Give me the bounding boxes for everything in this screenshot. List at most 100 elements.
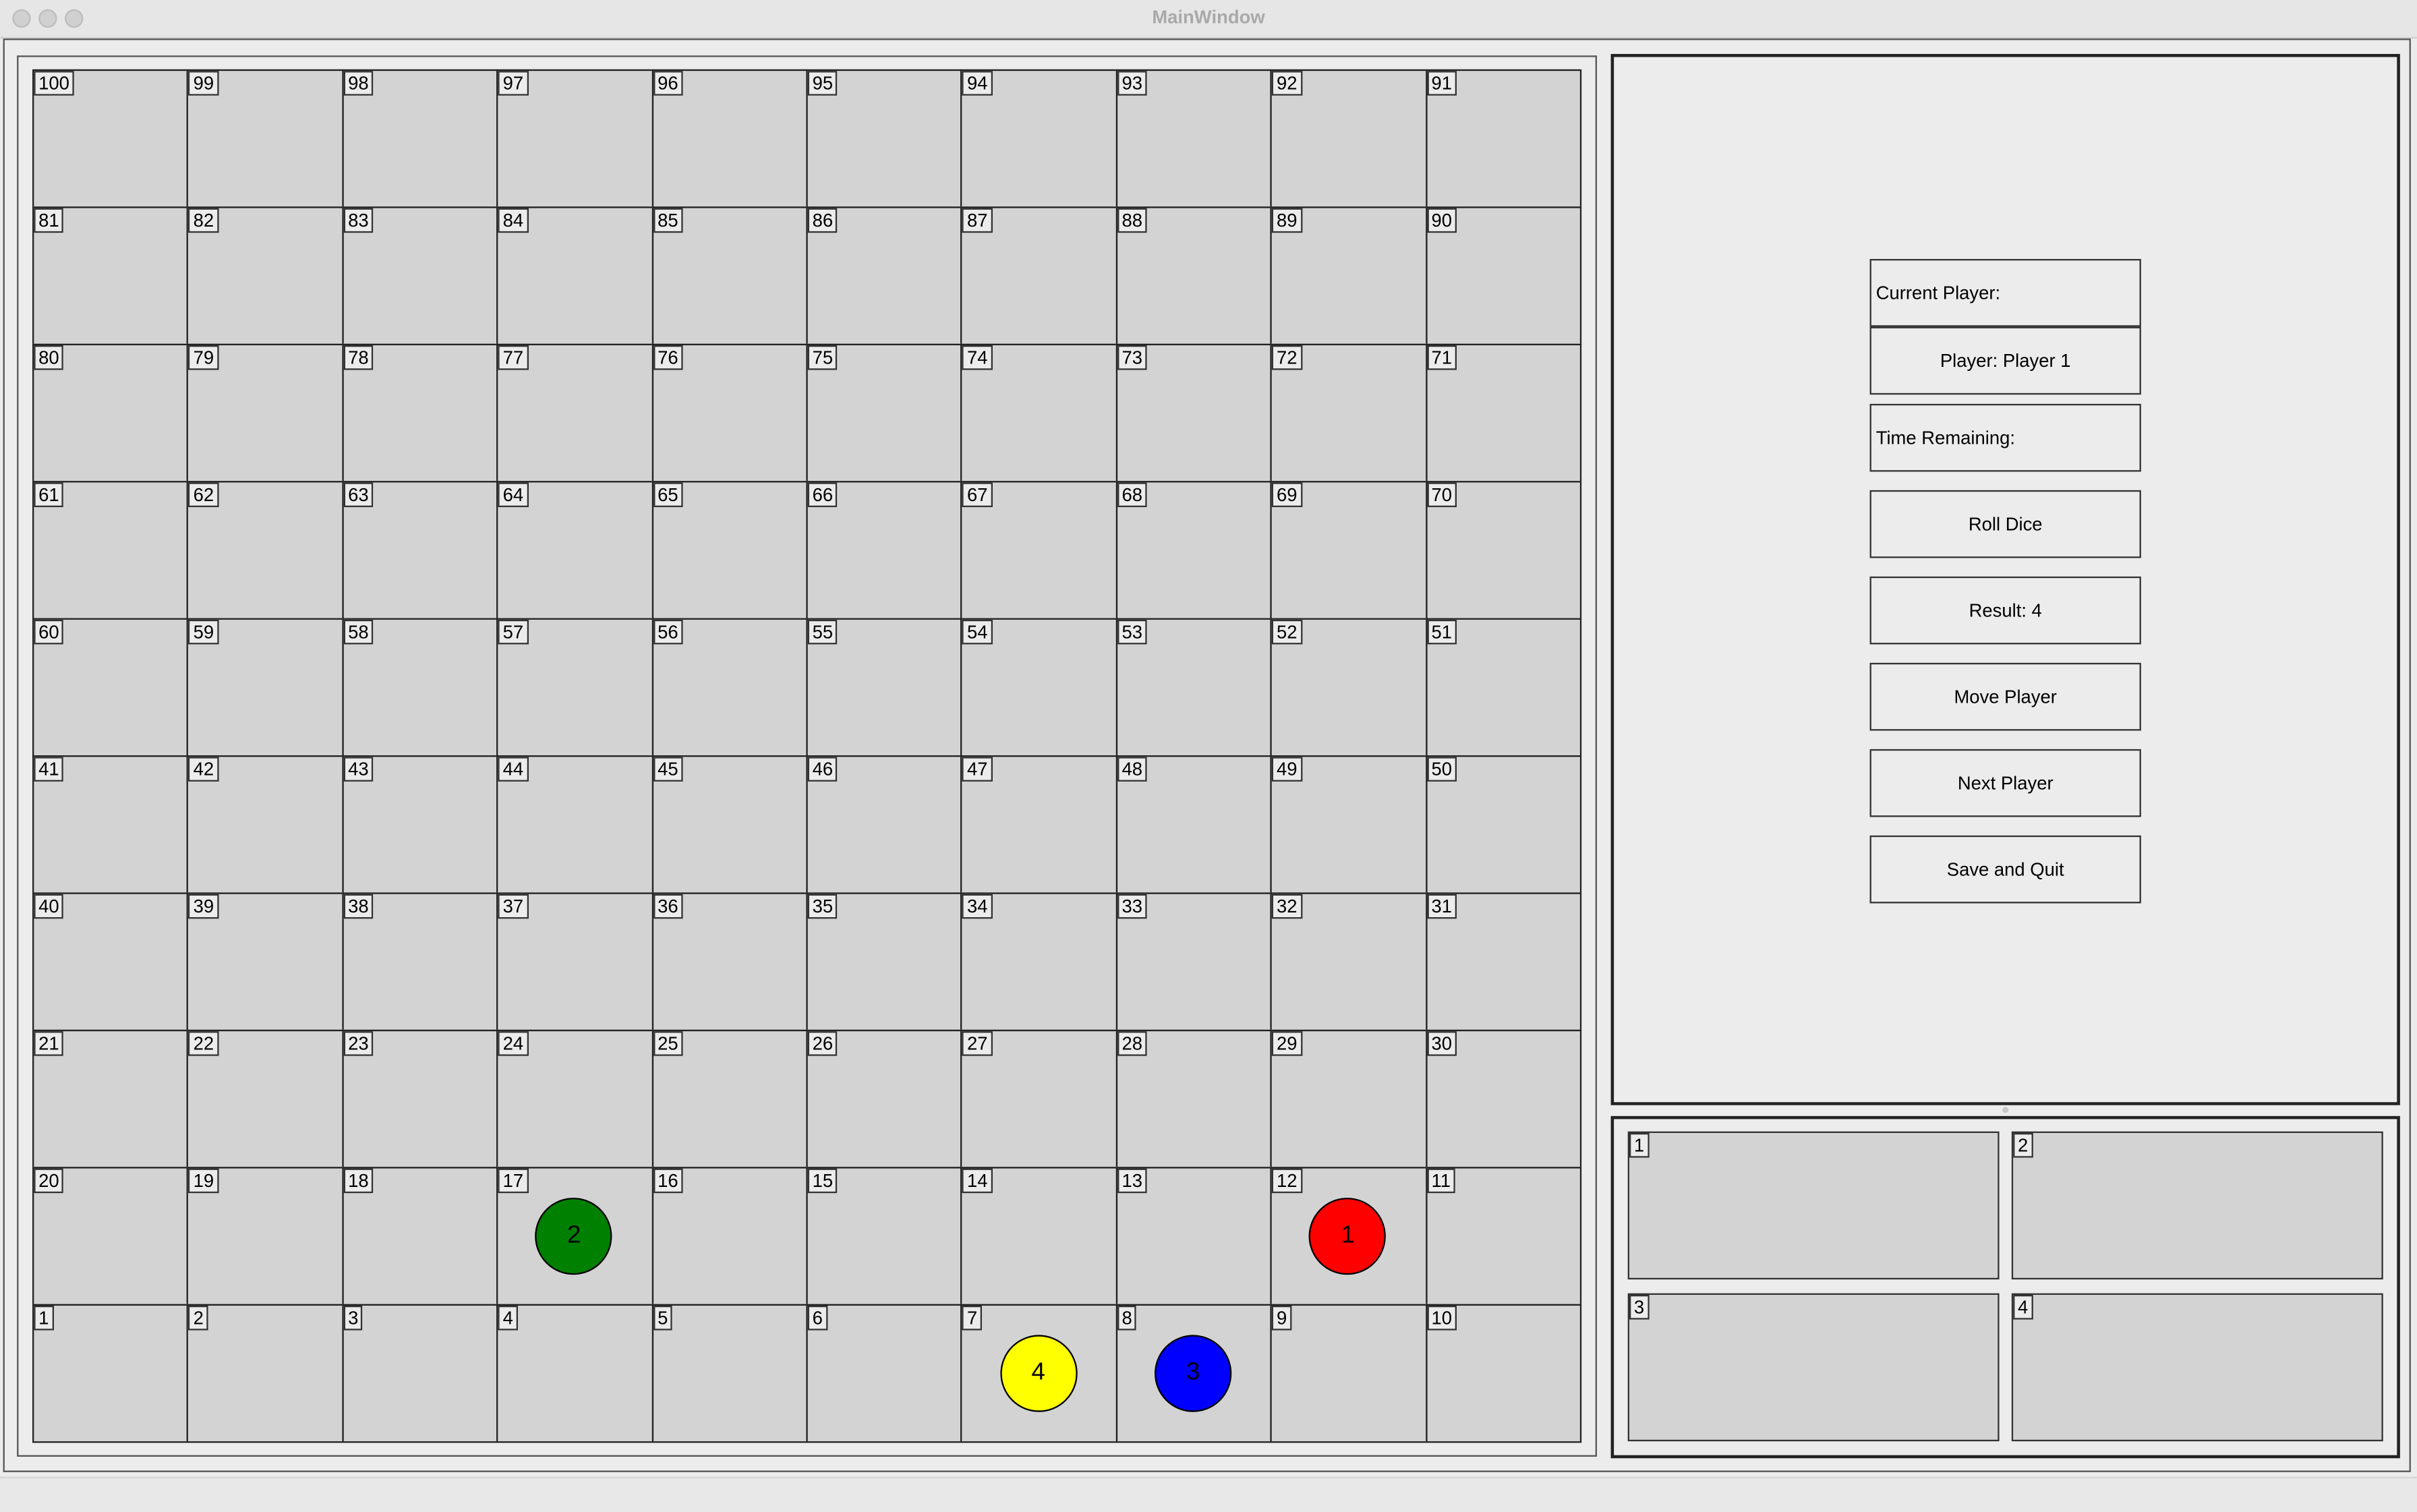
cell-number: 8	[1117, 1305, 1137, 1331]
board-cell: 22	[187, 1029, 344, 1169]
board-cell: 94	[960, 69, 1117, 208]
move-player-button[interactable]: Move Player	[1869, 662, 2141, 731]
board-cell: 39	[187, 892, 344, 1032]
board-cell: 84	[496, 206, 653, 345]
cell-number: 37	[498, 894, 528, 919]
cell-number: 51	[1426, 619, 1457, 645]
board-cell: 93	[1115, 69, 1273, 208]
board-cell: 38	[341, 892, 498, 1032]
cell-number: 31	[1426, 894, 1457, 919]
splitter-handle-icon[interactable]	[2002, 1107, 2009, 1113]
cell-number: 18	[343, 1168, 374, 1194]
board-cell: 79	[187, 343, 344, 483]
board-cell: 34	[960, 892, 1117, 1032]
board-cell: 18	[341, 1167, 498, 1306]
dice-result: Result: 4	[1869, 576, 2141, 645]
board-cell: 32	[1270, 892, 1427, 1032]
board-cell: 57	[496, 618, 653, 757]
board-cell: 3	[341, 1304, 498, 1443]
roll-dice-button[interactable]: Roll Dice	[1869, 490, 2141, 558]
cell-number: 71	[1426, 345, 1457, 370]
board-cell: 41	[32, 755, 189, 894]
board-cell: 74	[960, 343, 1117, 483]
board-cell: 75	[806, 343, 963, 483]
board-cell: 76	[651, 343, 808, 483]
title-bar: MainWindow	[0, 0, 2417, 39]
board-cell: 95	[806, 69, 963, 208]
cell-number: 63	[343, 482, 374, 507]
cell-number: 80	[34, 345, 64, 370]
cell-number: 85	[653, 208, 683, 233]
cell-number: 20	[34, 1168, 64, 1194]
cell-number: 15	[807, 1168, 838, 1194]
board-cell: 78	[341, 343, 498, 483]
cell-number: 62	[188, 482, 219, 507]
cell-number: 14	[962, 1168, 993, 1194]
cell-number: 41	[34, 757, 64, 782]
cell-number: 25	[653, 1031, 683, 1056]
board-cell: 69	[1270, 481, 1427, 620]
cell-number: 46	[807, 757, 838, 782]
board-cell: 47	[960, 755, 1117, 894]
board-cell: 15	[806, 1167, 963, 1306]
cell-number: 29	[1272, 1031, 1302, 1056]
save-and-quit-button[interactable]: Save and Quit	[1869, 835, 2141, 904]
board-cell: 72	[1270, 343, 1427, 483]
cell-number: 65	[653, 482, 683, 507]
cell-number: 9	[1272, 1305, 1292, 1331]
board-cell: 1	[32, 1304, 189, 1443]
game-board: 100 99 98 97 96 95 94 93 92 91 81 82 83 84 85 86 87 88 89 9…	[32, 69, 1582, 1443]
board-cell: 51	[1425, 618, 1582, 757]
board-cell: 98	[341, 69, 498, 208]
cell-number: 92	[1272, 71, 1302, 96]
board-cell: 87	[960, 206, 1117, 345]
board-cell: 44	[496, 755, 653, 894]
cell-number: 87	[962, 208, 993, 233]
cell-number: 44	[498, 757, 528, 782]
cell-number: 77	[498, 345, 528, 370]
board-cell: 71	[1425, 343, 1582, 483]
cell-number: 95	[807, 71, 838, 96]
cell-number: 60	[34, 619, 64, 645]
cell-number: 81	[34, 208, 64, 233]
cell-number: 2	[188, 1305, 208, 1331]
board-cell: 16	[651, 1167, 808, 1306]
board-cell: 59	[187, 618, 344, 757]
board-cell: 54	[960, 618, 1117, 757]
board-cell: 31	[1425, 892, 1582, 1032]
board-cell: 2	[187, 1304, 344, 1443]
cell-number: 84	[498, 208, 528, 233]
board-cell: 42	[187, 755, 344, 894]
board-cell: 73	[1115, 343, 1273, 483]
cell-number: 36	[653, 894, 683, 919]
board-cell: 83	[341, 206, 498, 345]
player-card-2: 2	[2011, 1131, 2383, 1280]
board-cell: 66	[806, 481, 963, 620]
board-cell: 90	[1425, 206, 1582, 345]
board-cell: 29	[1270, 1029, 1427, 1169]
cell-number: 55	[807, 619, 838, 645]
next-player-button[interactable]: Next Player	[1869, 749, 2141, 817]
board-cell: 10	[1425, 1304, 1582, 1443]
board-cell: 55	[806, 618, 963, 757]
board-cell: 100	[32, 69, 189, 208]
cell-number: 86	[807, 208, 838, 233]
board-cell: 23	[341, 1029, 498, 1169]
board-cell: 5	[651, 1304, 808, 1443]
player-token-4: 4	[999, 1334, 1077, 1412]
board-cell: 60	[32, 618, 189, 757]
cell-number: 33	[1117, 894, 1147, 919]
board-cell: 49	[1270, 755, 1427, 894]
current-player-value: Player: Player 1	[1869, 326, 2141, 395]
cell-number: 98	[343, 71, 374, 96]
cell-number: 13	[1117, 1168, 1147, 1194]
board-cell: 27	[960, 1029, 1117, 1169]
cell-number: 52	[1272, 619, 1302, 645]
cell-number: 43	[343, 757, 374, 782]
board-cell: 50	[1425, 755, 1582, 894]
board-cell: 45	[651, 755, 808, 894]
cell-number: 78	[343, 345, 374, 370]
cell-number: 28	[1117, 1031, 1147, 1056]
cell-number: 82	[188, 208, 219, 233]
player-card-number: 1	[1629, 1132, 1649, 1158]
